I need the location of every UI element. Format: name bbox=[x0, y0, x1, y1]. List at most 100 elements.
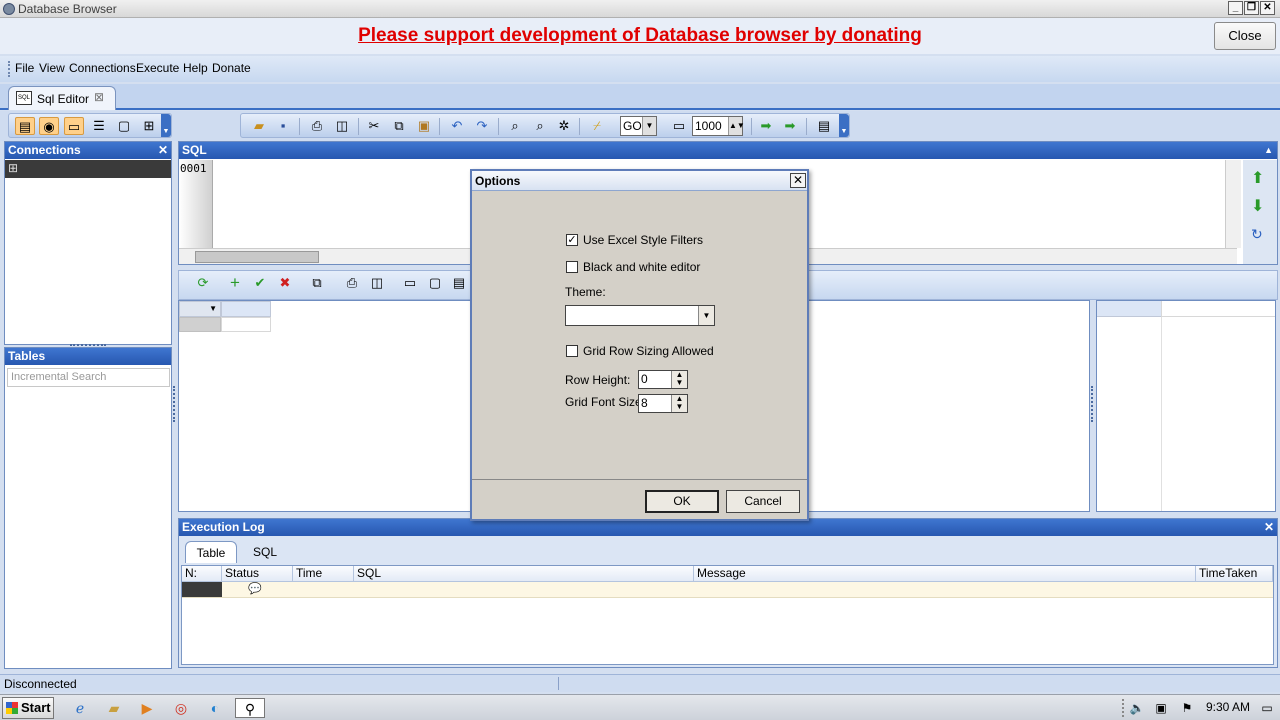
export-icon[interactable]: ▢ bbox=[425, 274, 445, 292]
row-limit-spinner[interactable]: 1000 ▲▼ bbox=[692, 116, 745, 136]
print-icon[interactable]: ⎙ bbox=[307, 117, 327, 135]
copy-rows-icon[interactable]: ⧉ bbox=[307, 274, 327, 292]
menu-file[interactable]: File bbox=[15, 61, 34, 75]
execute-all-arrow-icon[interactable]: ➡ bbox=[780, 117, 800, 135]
collapse-icon[interactable]: ▲ bbox=[1264, 142, 1273, 159]
columns-icon[interactable]: ▤ bbox=[449, 274, 469, 292]
banner-close-button[interactable]: Close bbox=[1214, 22, 1276, 50]
theme-select[interactable]: ▼ bbox=[565, 305, 715, 326]
open-folder-icon[interactable]: ▰ bbox=[249, 117, 269, 135]
apply-check-icon[interactable]: ✔ bbox=[250, 274, 270, 292]
network-tray-icon[interactable]: ▣ bbox=[1150, 698, 1172, 718]
column-header-timetaken[interactable]: TimeTaken bbox=[1196, 566, 1273, 582]
add-tab-icon[interactable]: ⊞ bbox=[139, 117, 159, 135]
refresh-icon[interactable]: ↻ bbox=[1251, 226, 1263, 243]
sql-vertical-scrollbar[interactable] bbox=[1225, 160, 1241, 248]
row-sizing-checkbox[interactable] bbox=[566, 345, 578, 357]
ok-button[interactable]: OK bbox=[645, 490, 719, 513]
grid-preview-icon[interactable]: ◫ bbox=[367, 274, 387, 292]
paste-icon[interactable]: ▣ bbox=[414, 117, 434, 135]
list-icon[interactable]: ☰ bbox=[89, 117, 109, 135]
row-height-spinner[interactable]: 0 ▲ ▼ bbox=[638, 370, 688, 389]
print-grid-icon[interactable]: ⎙ bbox=[342, 274, 362, 292]
spin-arrows-icon[interactable]: ▲▼ bbox=[671, 371, 687, 388]
find-replace-icon[interactable]: ⌕ bbox=[530, 117, 550, 135]
tab-sql-editor[interactable]: SQL Sql Editor ⊠ bbox=[8, 86, 116, 110]
chevron-down-icon[interactable]: ▼ bbox=[698, 306, 714, 325]
grid-column-header[interactable] bbox=[221, 301, 271, 317]
table-row[interactable]: 💬 bbox=[182, 582, 1273, 598]
font-size-spinner[interactable]: 8 ▲ ▼ bbox=[638, 394, 688, 413]
globe-icon[interactable]: ◉ bbox=[39, 117, 59, 135]
tab-sql[interactable]: SQL bbox=[245, 541, 285, 563]
grid-corner-dropdown[interactable]: ▼ bbox=[179, 301, 221, 317]
sql-editor-icon[interactable]: ▤ bbox=[15, 117, 35, 135]
start-button[interactable]: Start bbox=[2, 697, 54, 719]
window-close-button[interactable]: ✕ bbox=[1260, 1, 1275, 15]
toolbar-overflow-icon[interactable]: ▼ bbox=[839, 114, 849, 137]
menu-donate[interactable]: Donate bbox=[212, 61, 251, 75]
menu-view[interactable]: View bbox=[39, 61, 65, 75]
database-browser-taskbar-icon[interactable]: ⚲ bbox=[235, 698, 265, 718]
redo-icon[interactable]: ↷ bbox=[472, 117, 492, 135]
chrome-icon[interactable]: ◎ bbox=[170, 698, 192, 718]
file-explorer-icon[interactable]: ▰ bbox=[103, 698, 125, 718]
media-player-icon[interactable]: ▶ bbox=[136, 698, 158, 718]
maximize-button[interactable]: ❐ bbox=[1244, 1, 1259, 15]
delete-row-icon[interactable]: ✖ bbox=[275, 274, 295, 292]
minimize-button[interactable]: _ bbox=[1228, 1, 1243, 15]
save-icon[interactable]: ▪ bbox=[273, 117, 293, 135]
action-center-flag-icon[interactable]: ⚑ bbox=[1176, 698, 1198, 718]
tab-table[interactable]: Table bbox=[185, 541, 237, 563]
grid-cell[interactable] bbox=[221, 317, 271, 332]
edge-icon[interactable]: ◐ bbox=[204, 698, 226, 718]
column-header-n[interactable]: N: bbox=[182, 566, 222, 582]
go-combo[interactable]: GO ▼ bbox=[620, 116, 657, 136]
windows-logo-icon bbox=[6, 702, 18, 714]
chevron-down-icon[interactable]: ▼ bbox=[642, 117, 656, 135]
sql-script-icon[interactable]: ▤ bbox=[814, 117, 834, 135]
format-icon[interactable]: ✲ bbox=[554, 117, 574, 135]
excel-filters-checkbox[interactable]: ✓ bbox=[566, 234, 578, 246]
add-window-icon[interactable]: ▢ bbox=[114, 117, 134, 135]
column-header-message[interactable]: Message bbox=[694, 566, 1196, 582]
spin-arrows-icon[interactable]: ▲▼ bbox=[671, 395, 687, 412]
incremental-search-input[interactable]: Incremental Search bbox=[7, 368, 170, 387]
print-preview-icon[interactable]: ◫ bbox=[332, 117, 352, 135]
cancel-button[interactable]: Cancel bbox=[726, 490, 800, 513]
dialog-close-button[interactable]: ✕ bbox=[790, 173, 806, 188]
column-header-sql[interactable]: SQL bbox=[354, 566, 694, 582]
undo-icon[interactable]: ↶ bbox=[447, 117, 467, 135]
refresh-grid-icon[interactable]: ⟳ bbox=[193, 274, 213, 292]
add-row-icon[interactable]: + bbox=[225, 274, 245, 292]
copy-icon[interactable]: ⧉ bbox=[389, 117, 409, 135]
speaker-icon[interactable]: 🔈 bbox=[1126, 698, 1148, 718]
internet-explorer-icon[interactable]: ℯ bbox=[69, 698, 91, 718]
connection-tree-root[interactable]: ⊞ bbox=[5, 160, 171, 178]
close-icon[interactable]: ✕ bbox=[1264, 519, 1274, 536]
toolbar-overflow-icon[interactable]: ▼ bbox=[161, 114, 171, 137]
right-splitter[interactable] bbox=[1091, 386, 1094, 422]
filter-icon[interactable]: ▭ bbox=[400, 274, 420, 292]
show-desktop-icon[interactable]: ▭ bbox=[1256, 698, 1278, 718]
scroll-thumb[interactable] bbox=[195, 251, 319, 263]
left-splitter[interactable] bbox=[173, 386, 176, 422]
execute-arrow-icon[interactable]: ➡ bbox=[756, 117, 776, 135]
cut-icon[interactable]: ✂ bbox=[364, 117, 384, 135]
limit-rows-icon[interactable]: ▭ bbox=[669, 117, 689, 135]
donate-link[interactable]: Please support development of Database b… bbox=[0, 25, 1280, 47]
spin-arrows-icon[interactable]: ▲▼ bbox=[728, 117, 745, 135]
menu-connections[interactable]: Connections bbox=[69, 61, 136, 75]
tab-close-icon[interactable]: ⊠ bbox=[94, 90, 104, 104]
bw-editor-checkbox[interactable] bbox=[566, 261, 578, 273]
clear-broom-icon[interactable]: ⌿ bbox=[587, 117, 607, 135]
find-icon[interactable]: ⌕ bbox=[505, 117, 525, 135]
column-header-time[interactable]: Time bbox=[293, 566, 354, 582]
menu-execute[interactable]: Execute bbox=[136, 61, 179, 75]
menu-help[interactable]: Help bbox=[183, 61, 208, 75]
chat-icon[interactable]: ▭ bbox=[64, 117, 84, 135]
arrow-up-icon[interactable]: ⬆ bbox=[1251, 168, 1264, 188]
close-icon[interactable]: ✕ bbox=[158, 142, 168, 159]
arrow-down-icon[interactable]: ⬇ bbox=[1251, 196, 1264, 216]
column-header-status[interactable]: Status bbox=[222, 566, 293, 582]
